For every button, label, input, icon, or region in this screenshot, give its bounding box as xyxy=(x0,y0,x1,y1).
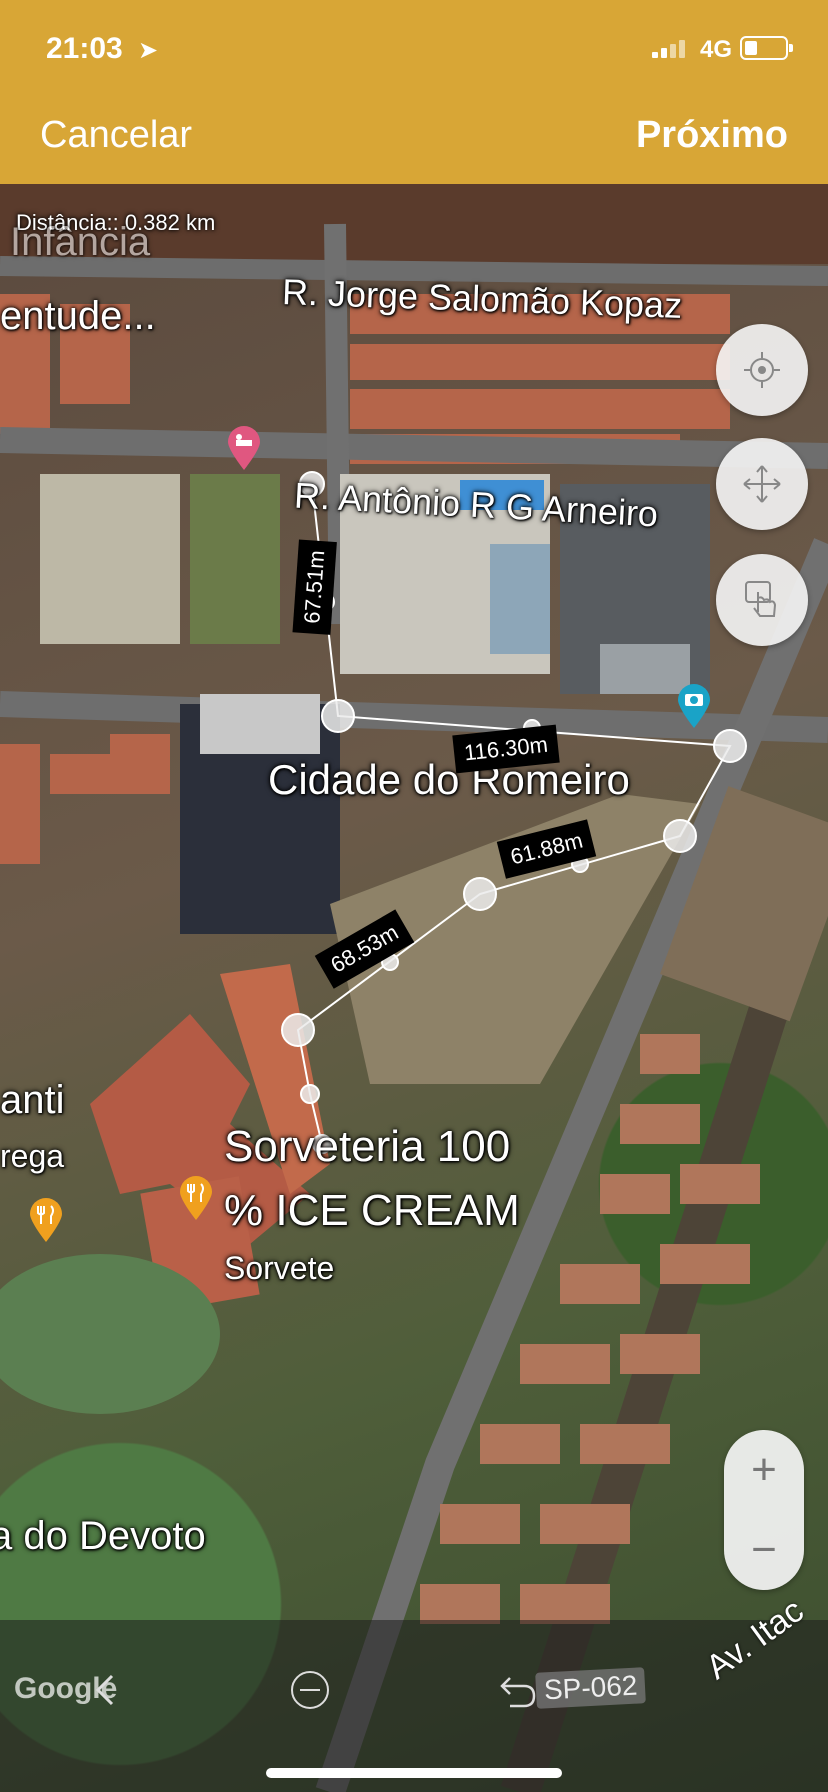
segment-label: 67.51m xyxy=(292,539,337,635)
poi-label-devoto: a do Devoto xyxy=(0,1514,206,1558)
poi-label-sorveteria: Sorveteria 100 xyxy=(224,1122,511,1171)
cancel-button[interactable]: Cancelar xyxy=(40,114,192,157)
next-button[interactable]: Próximo xyxy=(636,114,788,157)
poi-label-juventude: entude... xyxy=(0,294,156,338)
battery-icon xyxy=(740,36,793,60)
undo-icon xyxy=(500,1677,536,1708)
touch-icon xyxy=(745,581,777,617)
move-icon xyxy=(743,465,781,503)
locate-button[interactable] xyxy=(716,324,808,416)
app-header: 21:03 ➤ 4G Cancelar Próximo xyxy=(0,0,828,184)
poi-label-cidade-romeiro: Cidade do Romeiro xyxy=(268,756,630,803)
status-time: 21:03 xyxy=(46,32,123,65)
bottom-toolbar: Google SP-062 xyxy=(0,1620,828,1792)
satellite-map[interactable]: Distância:: 0.382 km Infância entude... … xyxy=(0,184,828,1792)
clear-icon xyxy=(291,1671,329,1709)
zoom-control: + − xyxy=(724,1430,804,1590)
poi-label-anti: anti xyxy=(0,1078,65,1122)
hotel-icon[interactable] xyxy=(226,424,262,472)
home-indicator[interactable] xyxy=(266,1768,562,1778)
back-icon xyxy=(95,1674,114,1706)
touch-mode-button[interactable] xyxy=(716,554,808,646)
signal-icon xyxy=(652,40,685,58)
location-arrow-icon: ➤ xyxy=(138,37,159,64)
locate-icon xyxy=(744,352,780,388)
clear-button[interactable] xyxy=(280,1660,340,1720)
restaurant-icon[interactable] xyxy=(28,1196,64,1244)
road-shield-label: SP-062 xyxy=(535,1667,647,1709)
poi-label-ice-cream: % ICE CREAM xyxy=(224,1186,520,1235)
zoom-out-button[interactable]: − xyxy=(724,1510,804,1590)
zoom-in-button[interactable]: + xyxy=(724,1430,804,1510)
poi-label-rega: rega xyxy=(0,1138,65,1174)
camera-icon[interactable] xyxy=(676,682,712,730)
poi-category-sorvete: Sorvete xyxy=(224,1250,335,1286)
restaurant-icon[interactable] xyxy=(178,1174,214,1222)
poi-label-infancia: Infância xyxy=(10,220,151,264)
back-button[interactable] xyxy=(76,1660,136,1720)
move-button[interactable] xyxy=(716,438,808,530)
network-type: 4G xyxy=(700,36,733,63)
